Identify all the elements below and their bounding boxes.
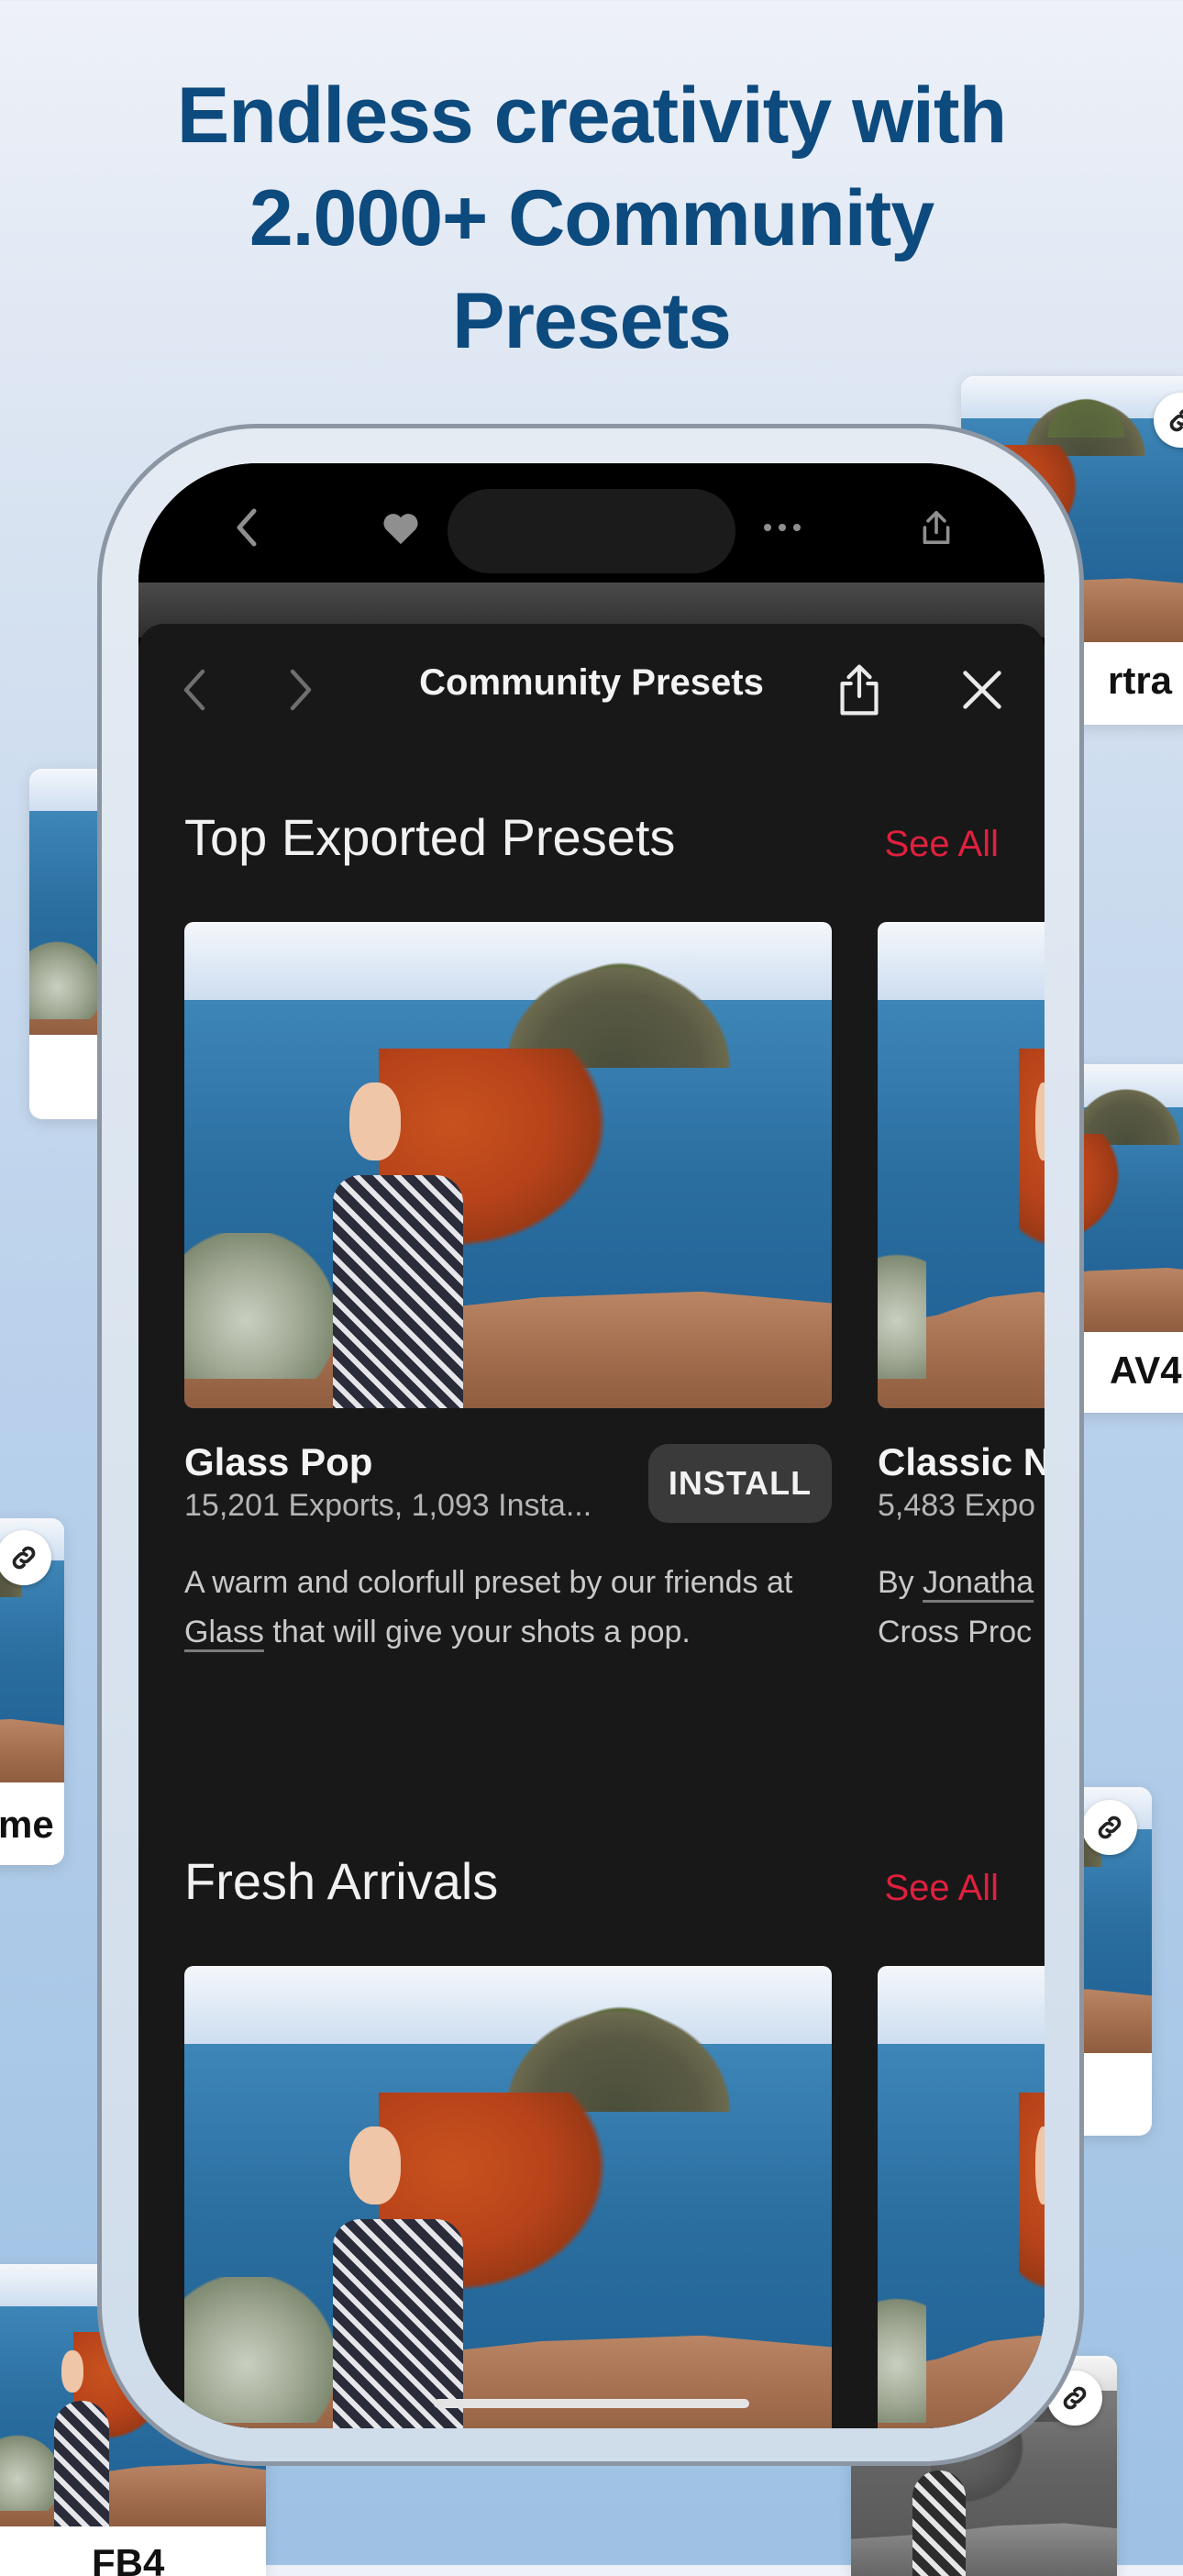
preset-image-classic[interactable] [878,922,1045,1408]
description-text: By [878,1565,923,1600]
see-all-top-exported[interactable]: See All [884,824,999,865]
install-button[interactable]: INSTALL [648,1444,832,1523]
section-title-top-exported: Top Exported Presets [184,808,676,866]
share-button[interactable] [824,655,894,725]
heart-icon[interactable] [373,500,428,555]
preset-name: Classic N [878,1440,1045,1483]
section-title-fresh-arrivals: Fresh Arrivals [184,1852,499,1910]
headline-line-2: 2.000+ Community [249,174,934,262]
description-text: Cross Proc [878,1615,1033,1649]
sheet-title: Community Presets [419,662,764,703]
glass-link[interactable]: Glass [184,1615,264,1649]
preset-image[interactable] [184,1966,832,2428]
preset-image[interactable] [878,1966,1045,2428]
nav-bar: Community Presets [138,624,1045,752]
headline: Endless creativity with 2.000+ Community… [0,64,1183,372]
floating-card-label: me [0,1803,54,1846]
share-icon[interactable] [909,500,964,555]
status-bar [138,463,1045,583]
see-all-fresh-arrivals[interactable]: See All [884,1868,999,1909]
preset-image-glass-pop[interactable] [184,922,832,1408]
headline-line-3: Presets [452,277,732,365]
description-text: that will give your shots a pop. [263,1615,691,1649]
floating-card-label: FB4 [92,2541,165,2576]
preset-description: By Jonatha Cross Proc [878,1558,1045,1657]
community-presets-sheet: Community Presets Top Exported Presets S… [138,624,1045,2428]
phone-screen: Community Presets Top Exported Presets S… [138,463,1045,2428]
home-indicator [434,2399,749,2408]
ellipsis-icon[interactable] [755,500,810,555]
description-text: A warm and colorfull preset by our frien… [184,1565,793,1600]
chevron-left-icon[interactable] [219,500,274,555]
author-link[interactable]: Jonatha [923,1565,1034,1600]
close-button[interactable] [947,655,1017,725]
preset-description: A warm and colorfull preset by our frien… [184,1558,832,1657]
preset-name: Glass Pop [184,1440,373,1483]
preset-stats: 5,483 Expo [878,1488,1036,1523]
link-icon [1082,1800,1137,1855]
headline-line-1: Endless creativity with [176,72,1007,160]
preset-stats: 15,201 Exports, 1,093 Insta... [184,1488,592,1523]
dynamic-island [448,489,735,573]
